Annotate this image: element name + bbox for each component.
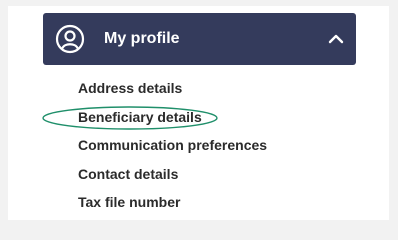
- submenu-item-communication-preferences[interactable]: Communication preferences: [78, 134, 267, 163]
- user-circle-icon: [55, 24, 85, 54]
- profile-submenu: Address details Beneficiary details Comm…: [78, 77, 267, 220]
- my-profile-menu-header[interactable]: My profile: [43, 13, 356, 65]
- chevron-up-icon[interactable]: [328, 31, 344, 47]
- menu-title: My profile: [104, 30, 180, 47]
- submenu-item-contact-details[interactable]: Contact details: [78, 163, 267, 192]
- submenu-item-tax-file-number[interactable]: Tax file number: [78, 191, 267, 220]
- submenu-item-address-details[interactable]: Address details: [78, 77, 267, 106]
- highlight-ellipse: [42, 106, 218, 130]
